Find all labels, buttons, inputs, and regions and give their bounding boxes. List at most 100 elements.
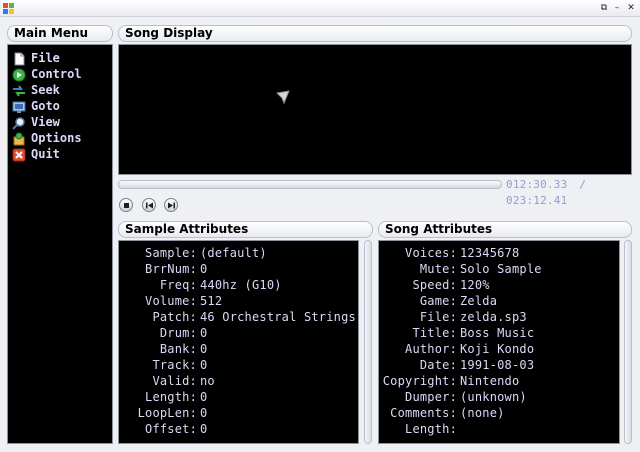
menu-item-label: Options [31,131,82,145]
stop-icon [124,203,129,208]
song-attributes-header: Song Attributes [378,221,632,238]
cursor-arrow-icon [275,90,290,105]
attribute-row: Sample: (default) [119,245,358,261]
attribute-key: LoopLen: [137,406,197,420]
menu-item-label: Seek [31,83,60,97]
attribute-value: Solo Sample [460,262,542,276]
menu-item-file[interactable]: File [12,50,108,66]
menu-item-options[interactable]: Options [12,130,108,146]
attribute-key: Sample: [145,246,197,260]
attribute-value: 440hz (G10) [200,278,282,292]
menu-item-label: Control [31,67,82,81]
stop-button[interactable] [119,198,133,212]
attribute-key: Mute: [419,262,457,276]
attribute-key: Offset: [145,422,197,436]
attribute-row: Length: [379,421,619,437]
attribute-key: Speed: [412,278,457,292]
attribute-key: Title: [412,326,457,340]
time-current: 012:30.33 [506,178,568,191]
attribute-key: Length: [405,422,457,436]
attribute-row: Valid: no [119,373,358,389]
attribute-row: Date: 1991-08-03 [379,357,619,373]
attribute-row: Volume: 512 [119,293,358,309]
song-attributes-scrollbar[interactable] [624,240,632,444]
time-separator: / [579,178,587,191]
song-display-canvas[interactable] [118,44,632,175]
menu-item-seek[interactable]: Seek [12,82,108,98]
previous-icon [146,202,153,209]
window-titlebar: ⧉ – ✕ [0,0,640,17]
sample-attributes-panel: Sample: (default) BrrNum: 0 Freq: 440hz (G10)… [118,240,359,444]
menu-item-control[interactable]: Control [12,66,108,82]
attribute-value: Boss Music [460,326,535,340]
main-menu-panel: File Control Seek Goto View Options Quit [7,44,113,444]
attribute-key: Volume: [145,294,197,308]
attribute-row: Comments: (none) [379,405,619,421]
attribute-value: (none) [460,406,505,420]
seek-icon [12,83,26,97]
menu-item-label: Goto [31,99,60,113]
attribute-row: Offset: 0 [119,421,358,437]
previous-button[interactable] [142,198,156,212]
attribute-key: Copyright: [382,374,457,388]
attribute-value: 512 [200,294,223,308]
attribute-row: Freq: 440hz (G10) [119,277,358,293]
attribute-value: 46 Orchestral Strings [200,310,356,324]
attribute-key: Game: [419,294,457,308]
attribute-key: Drum: [159,326,197,340]
time-total: 023:12.41 [506,194,568,207]
menu-item-label: File [31,51,60,65]
attribute-value: 120% [460,278,490,292]
attribute-row: Speed: 120% [379,277,619,293]
attribute-value: Koji Kondo [460,342,535,356]
attribute-value: (unknown) [460,390,527,404]
attribute-key: Length: [145,390,197,404]
attribute-key: Comments: [390,406,457,420]
attribute-key: Valid: [152,374,197,388]
restore-button[interactable]: ⧉ [598,2,610,14]
attribute-row: File: zelda.sp3 [379,309,619,325]
next-button[interactable] [164,198,178,212]
attribute-key: Author: [405,342,457,356]
menu-item-label: View [31,115,60,129]
control-icon [12,67,26,82]
menu-item-label: Quit [31,147,60,161]
attribute-row: BrrNum: 0 [119,261,358,277]
attribute-key: Patch: [152,310,197,324]
attribute-key: BrrNum: [145,262,197,276]
attribute-key: Freq: [159,278,197,292]
attribute-value: 0 [200,406,208,420]
attribute-value: 12345678 [460,246,520,260]
attribute-row: LoopLen: 0 [119,405,358,421]
attribute-value: 1991-08-03 [460,358,535,372]
menu-item-view[interactable]: View [12,114,108,130]
menu-item-goto[interactable]: Goto [12,98,108,114]
attribute-key: Voices: [405,246,457,260]
attribute-value: 0 [200,422,208,436]
attribute-row: Copyright: Nintendo [379,373,619,389]
attribute-key: File: [419,310,457,324]
attribute-value: (default) [200,246,267,260]
attribute-value: Zelda [460,294,498,308]
time-readout: 012:30.33 / 023:12.41 [506,177,640,209]
minimize-button[interactable]: – [611,2,623,14]
attribute-value: no [200,374,215,388]
attribute-row: Voices: 12345678 [379,245,619,261]
attribute-key: Track: [152,358,197,372]
attribute-row: Dumper: (unknown) [379,389,619,405]
main-menu-header: Main Menu [7,25,113,42]
file-icon [12,51,26,66]
close-button[interactable]: ✕ [625,2,637,14]
attribute-key: Bank: [159,342,197,356]
attribute-row: Game: Zelda [379,293,619,309]
attribute-key: Date: [419,358,457,372]
song-attributes-panel: Voices: 12345678 Mute: Solo Sample Speed: 120… [378,240,620,444]
menu-item-quit[interactable]: Quit [12,146,108,162]
view-icon [12,115,26,130]
options-icon [12,131,26,146]
sample-attributes-scrollbar[interactable] [364,240,372,444]
quit-icon [12,147,26,162]
seek-bar[interactable] [118,180,502,189]
attribute-value: 0 [200,262,208,276]
attribute-row: Track: 0 [119,357,358,373]
